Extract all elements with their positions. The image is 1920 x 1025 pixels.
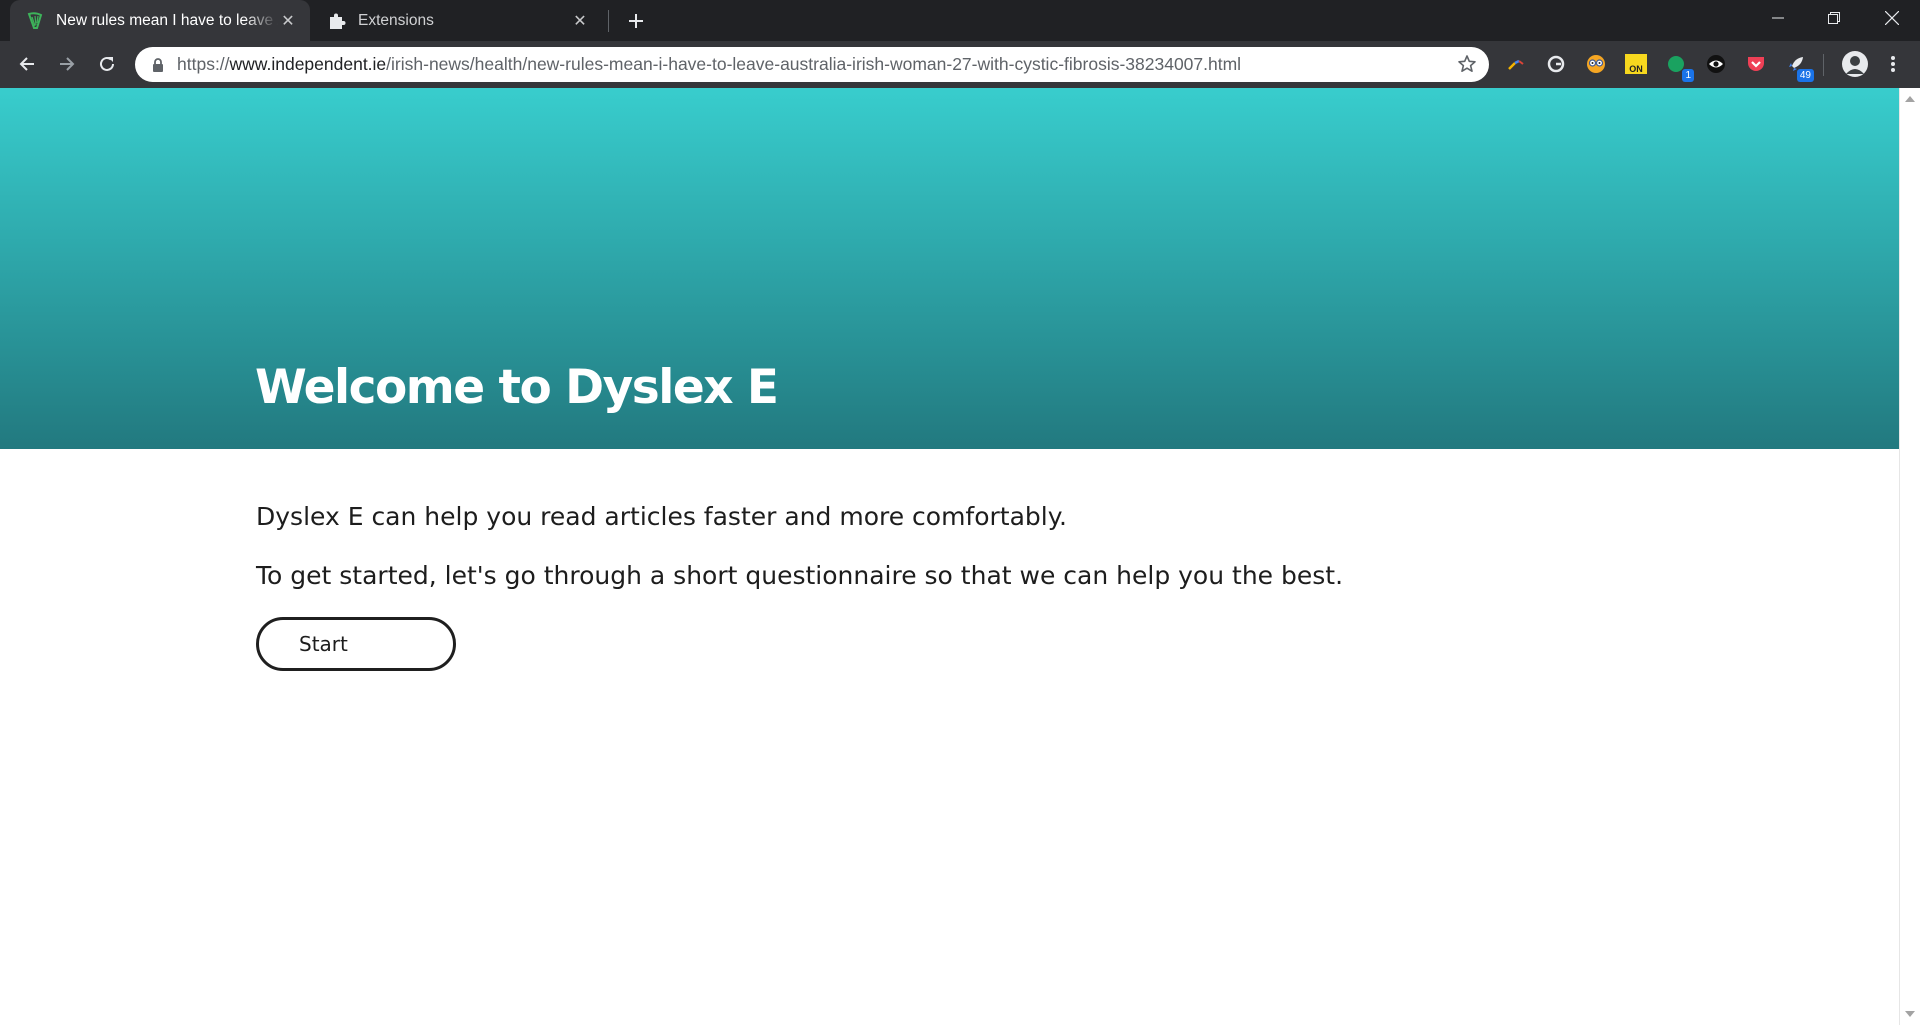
url-scheme: https:// bbox=[177, 54, 230, 74]
harp-icon bbox=[26, 11, 44, 30]
tab-extensions[interactable]: Extensions ✕ bbox=[312, 0, 602, 41]
minimize-button[interactable] bbox=[1750, 0, 1806, 36]
questionnaire-text: To get started, let's go through a short… bbox=[256, 561, 1344, 590]
colorful-pen-icon[interactable] bbox=[1504, 52, 1528, 76]
toolbar-separator bbox=[1823, 54, 1824, 76]
tab-independent-article[interactable]: New rules mean I have to leave Australia… bbox=[10, 0, 310, 41]
welcome-banner: Welcome to Dyslex E bbox=[0, 88, 1899, 449]
browser-menu-icon[interactable] bbox=[1881, 52, 1905, 76]
address-bar[interactable]: https://www.independent.ie/irish-news/he… bbox=[135, 47, 1489, 82]
scroll-down-arrow-icon[interactable] bbox=[1905, 1011, 1915, 1017]
start-button[interactable]: Start bbox=[256, 617, 456, 671]
tab-separator bbox=[608, 10, 609, 32]
on-toggle-icon[interactable]: ON bbox=[1624, 52, 1648, 76]
forward-button[interactable] bbox=[50, 47, 84, 81]
arrow-right-icon bbox=[60, 57, 75, 71]
puzzle-icon bbox=[328, 12, 346, 30]
lock-icon[interactable] bbox=[152, 57, 164, 76]
close-icon bbox=[1885, 11, 1899, 25]
minimize-icon bbox=[1772, 17, 1784, 19]
url-host: www.independent.ie bbox=[229, 54, 387, 74]
vertical-scrollbar[interactable] bbox=[1899, 88, 1920, 1025]
extension-badge: 49 bbox=[1796, 69, 1814, 82]
extension-badge: 1 bbox=[1682, 69, 1694, 82]
reader-owl-icon[interactable] bbox=[1584, 52, 1608, 76]
eye-icon[interactable] bbox=[1704, 52, 1728, 76]
restore-button[interactable] bbox=[1806, 0, 1862, 36]
reload-button[interactable] bbox=[90, 47, 124, 81]
url-text[interactable]: https://www.independent.ie/irish-news/he… bbox=[177, 47, 1241, 82]
plus-icon bbox=[629, 14, 643, 28]
browser-toolbar: https://www.independent.ie/irish-news/he… bbox=[0, 41, 1920, 88]
close-tab-icon[interactable]: ✕ bbox=[570, 11, 590, 31]
tab-title: Extensions bbox=[358, 11, 434, 29]
grammarly-icon[interactable] bbox=[1544, 52, 1568, 76]
restore-icon bbox=[1828, 12, 1840, 24]
arrow-left-icon bbox=[19, 57, 34, 71]
scroll-up-arrow-icon[interactable] bbox=[1905, 96, 1915, 102]
tab-strip: New rules mean I have to leave Australia… bbox=[0, 0, 1920, 41]
close-tab-icon[interactable]: ✕ bbox=[278, 11, 298, 31]
back-button[interactable] bbox=[10, 47, 44, 81]
on-label: ON bbox=[1625, 54, 1647, 74]
intro-text: Dyslex E can help you read articles fast… bbox=[256, 502, 1067, 531]
page-title: Welcome to Dyslex E bbox=[255, 360, 779, 415]
avatar[interactable] bbox=[1840, 49, 1870, 79]
tab-title: New rules mean I have to leave Australia… bbox=[56, 11, 278, 29]
pocket-icon[interactable] bbox=[1744, 52, 1768, 76]
bookmark-star-icon[interactable] bbox=[1457, 54, 1477, 78]
new-tab-button[interactable] bbox=[622, 7, 650, 35]
reload-icon bbox=[100, 56, 114, 71]
close-window-button[interactable] bbox=[1864, 0, 1920, 36]
rocket-icon[interactable]: 49 bbox=[1784, 52, 1814, 82]
url-path: /irish-news/health/new-rules-mean-i-have… bbox=[386, 54, 1242, 74]
green-dot-icon[interactable]: 1 bbox=[1664, 52, 1694, 82]
